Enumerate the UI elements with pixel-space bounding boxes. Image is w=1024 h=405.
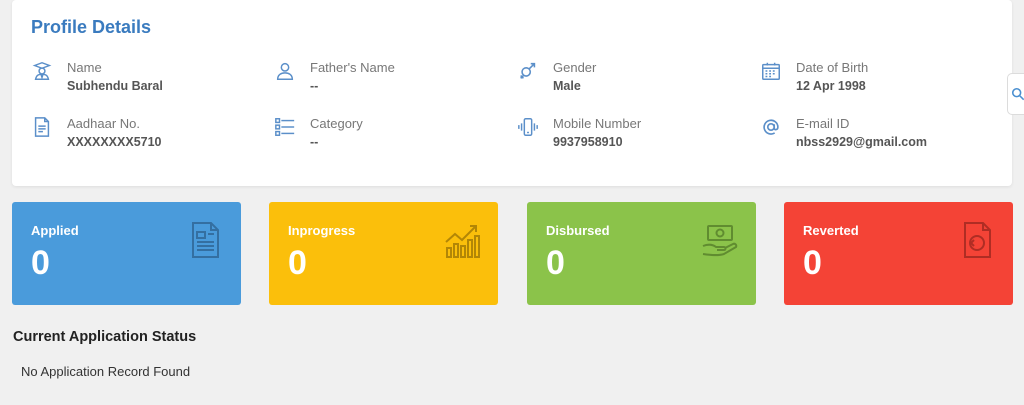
field-category: Category -- xyxy=(274,116,494,156)
stat-count: 0 xyxy=(288,244,307,282)
stat-card-reverted[interactable]: Reverted 0 xyxy=(784,202,1013,305)
stat-label: Applied xyxy=(31,223,79,238)
field-label: Aadhaar No. xyxy=(67,116,140,131)
field-value: Subhendu Baral xyxy=(67,79,163,93)
field-value: 9937958910 xyxy=(553,135,623,149)
field-label: Father's Name xyxy=(310,60,395,75)
field-label: Gender xyxy=(553,60,597,75)
calendar-icon xyxy=(760,60,782,82)
stat-card-inprogress[interactable]: Inprogress 0 xyxy=(269,202,498,305)
mobile-vibrate-icon xyxy=(517,116,539,138)
graduate-user-icon xyxy=(31,60,53,82)
field-label: Name xyxy=(67,60,102,75)
person-icon xyxy=(274,60,296,82)
document-icon xyxy=(31,116,53,138)
list-icon xyxy=(274,116,296,138)
field-label: Category xyxy=(310,116,363,131)
field-date-of-birth: Date of Birth 12 Apr 1998 xyxy=(760,60,980,100)
field-aadhaar: Aadhaar No. XXXXXXXX5710 xyxy=(31,116,251,156)
field-label: Date of Birth xyxy=(796,60,869,75)
stat-label: Inprogress xyxy=(288,223,356,238)
gender-icon xyxy=(517,60,539,82)
search-icon xyxy=(1011,87,1024,101)
section-title: Current Application Status xyxy=(13,329,197,345)
profile-title: Profile Details xyxy=(31,17,152,37)
document-icon xyxy=(185,220,225,260)
field-value: XXXXXXXX5710 xyxy=(67,135,162,149)
side-search-tab[interactable] xyxy=(1007,73,1024,115)
field-value: Male xyxy=(553,79,581,93)
stat-count: 0 xyxy=(546,244,565,282)
stat-count: 0 xyxy=(31,244,50,282)
field-mobile-number: Mobile Number 9937958910 xyxy=(517,116,737,156)
money-hand-icon xyxy=(700,220,740,260)
field-fathers-name: Father's Name -- xyxy=(274,60,494,100)
field-value: 12 Apr 1998 xyxy=(796,79,866,93)
field-name: Name Subhendu Baral xyxy=(31,60,251,100)
field-label: E-mail ID xyxy=(796,116,850,131)
revert-document-icon xyxy=(957,220,997,260)
stat-label: Reverted xyxy=(803,223,859,238)
empty-state-message: No Application Record Found xyxy=(21,364,191,379)
stat-card-applied[interactable]: Applied 0 xyxy=(12,202,241,305)
field-value: -- xyxy=(310,79,319,93)
field-email: E-mail ID nbss2929@gmail.com xyxy=(760,116,980,156)
field-value: nbss2929@gmail.com xyxy=(796,135,927,149)
stat-card-disbursed[interactable]: Disbursed 0 xyxy=(527,202,756,305)
field-label: Mobile Number xyxy=(553,116,642,131)
profile-card: Profile Details Name Subhendu Baral Fath… xyxy=(12,0,1012,186)
stat-count: 0 xyxy=(803,244,822,282)
field-gender: Gender Male xyxy=(517,60,737,100)
growth-chart-icon xyxy=(442,220,482,260)
field-value: -- xyxy=(310,135,319,149)
at-icon xyxy=(760,116,782,138)
stat-label: Disbursed xyxy=(546,223,610,238)
